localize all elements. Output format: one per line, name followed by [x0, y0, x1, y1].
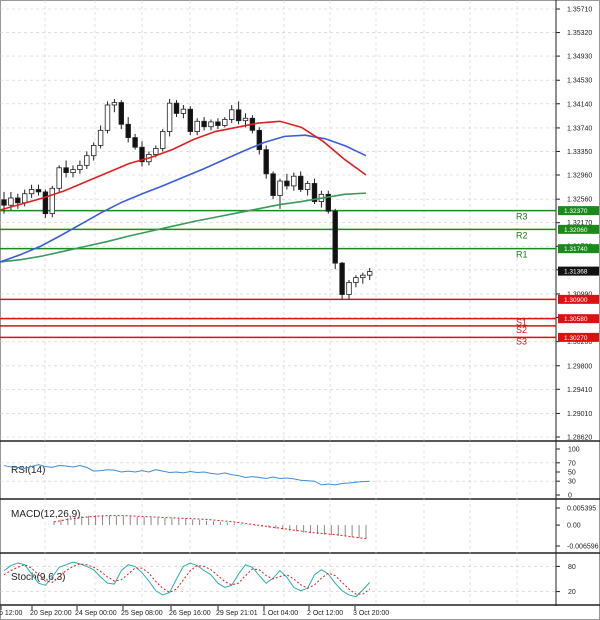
candle-body — [270, 173, 276, 196]
pivot-price-label: 1.32060 — [564, 227, 588, 234]
candle-body — [194, 120, 200, 132]
candle-body — [263, 149, 269, 175]
price-tick-label: 1.28620 — [567, 435, 592, 442]
time-tick-label: 2 Oct 12:00 — [307, 610, 343, 617]
rsi-tick-label: 100 — [568, 447, 580, 454]
chart-frame — [0, 0, 600, 620]
time-tick-label: 29 Sep 21:01 — [216, 610, 258, 617]
price-tick-label: 1.32560 — [567, 197, 592, 204]
price-tick-label: 1.32960 — [567, 173, 592, 180]
macd-tick-label: 0.00 — [567, 523, 581, 530]
candle-body — [297, 175, 304, 190]
candle-body — [28, 189, 35, 195]
stoch-tick-label: 80 — [568, 564, 576, 571]
pivot-level-name: S3 — [516, 336, 527, 346]
candle-body — [332, 210, 338, 264]
macd-title: MACD(12,26,9) — [11, 509, 80, 520]
candle-body — [21, 193, 28, 204]
time-tick-label: 24 Sep 00:00 — [75, 610, 117, 617]
candle-body — [187, 108, 193, 132]
pivot-level-name: R3 — [516, 212, 528, 222]
candle-body — [346, 282, 352, 295]
candle-body — [242, 117, 249, 122]
candle-body — [1, 199, 7, 206]
candle-body — [228, 109, 235, 120]
candle-body — [56, 167, 62, 189]
pivot-price-label: 1.31740 — [564, 246, 588, 253]
candle-body — [118, 102, 124, 125]
pivot-level-name: R1 — [516, 250, 528, 260]
candle-body — [125, 123, 131, 138]
price-tick-label: 1.34930 — [567, 54, 592, 61]
pivot-level-name: S2 — [516, 325, 527, 335]
stoch-title: Stoch(9,6,3) — [11, 572, 65, 583]
price-tick-label: 1.33740 — [567, 125, 592, 132]
price-tick-label: 1.29800 — [567, 363, 592, 370]
candle-body — [8, 197, 14, 206]
current-price-label: 1.31368 — [564, 269, 588, 276]
rsi-tick-label: 70 — [568, 460, 576, 467]
candle-body — [353, 277, 359, 283]
candle-body — [366, 271, 373, 276]
rsi-tick-label: 50 — [568, 470, 576, 477]
pivot-price-label: 1.30270 — [564, 335, 588, 342]
candle-body — [153, 148, 159, 155]
candle-body — [77, 164, 83, 170]
macd-tick-label: -0.006596 — [567, 544, 599, 551]
price-tick-label: 1.34530 — [567, 78, 592, 85]
candle-body — [104, 104, 111, 131]
price-tick-label: 1.34140 — [567, 101, 592, 108]
price-tick-label: 1.33350 — [567, 149, 592, 156]
rsi-tick-label: 30 — [568, 479, 576, 486]
candle-body — [42, 191, 49, 215]
candle-body — [111, 102, 118, 106]
candle-body — [97, 129, 104, 146]
candle-body — [63, 167, 69, 173]
price-tick-label: 1.35320 — [567, 30, 592, 37]
candle-body — [277, 180, 283, 196]
candle-body — [304, 183, 311, 190]
candle-body — [208, 121, 214, 128]
candle-body — [180, 108, 187, 114]
price-tick-label: 1.35710 — [567, 7, 592, 14]
candle-body — [70, 169, 76, 173]
time-tick-label: p 12:00 — [0, 610, 22, 617]
chart-canvas: 1.35710 1.35320 1.34930 1.34530 1.34140 1.337… — [0, 0, 600, 620]
candle-body — [35, 189, 42, 193]
pivot-price-label: 1.32370 — [564, 208, 588, 215]
rsi-tick-label: 0 — [568, 493, 572, 500]
candle-body — [284, 180, 290, 187]
candle-body — [132, 137, 138, 148]
stoch-tick-label: 20 — [568, 589, 576, 596]
price-tick-label: 1.29410 — [567, 387, 592, 394]
pivot-price-label: 1.30900 — [564, 297, 588, 304]
candle-body — [201, 120, 207, 128]
time-tick-label: 1 Oct 04:00 — [262, 610, 298, 617]
pivot-level-name: R2 — [516, 230, 528, 240]
candle-body — [49, 187, 55, 215]
candle-body — [339, 262, 345, 295]
time-tick-label: 3 Oct 20:00 — [353, 610, 389, 617]
candle-body — [256, 129, 262, 151]
candle-body — [360, 274, 366, 279]
candle-body — [159, 131, 166, 149]
candle-body — [235, 109, 242, 122]
time-tick-label: 20 Sep 20:00 — [30, 610, 72, 617]
macd-tick-label: 0.005395 — [567, 506, 596, 513]
candle-body — [91, 145, 97, 157]
candle-body — [222, 119, 228, 126]
candle-body — [291, 175, 297, 187]
rsi-title: RSI(14) — [11, 465, 45, 476]
candle-body — [15, 197, 21, 204]
pivot-price-label: 1.30580 — [564, 316, 588, 323]
candle-body — [84, 155, 90, 166]
candle-body — [166, 102, 173, 132]
candle-body — [173, 102, 180, 114]
candle-body — [215, 121, 221, 126]
time-tick-label: 25 Sep 08:00 — [121, 610, 163, 617]
price-tick-label: 1.29010 — [567, 411, 592, 418]
time-tick-label: 26 Sep 16:00 — [169, 610, 211, 617]
